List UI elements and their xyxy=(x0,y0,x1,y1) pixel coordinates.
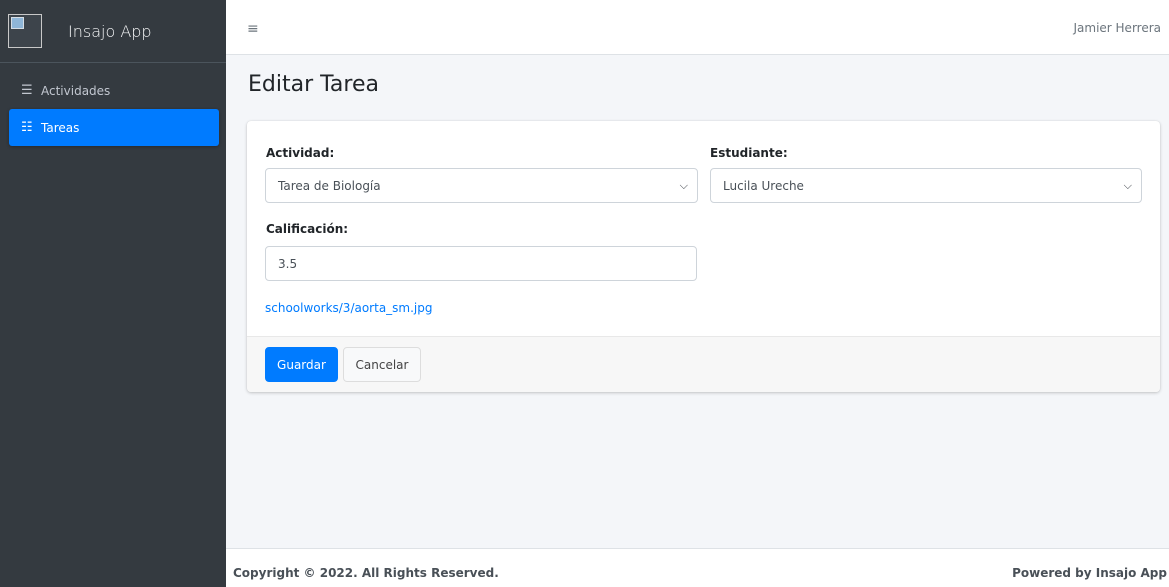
top-navbar: ≡ Jamier Herrera xyxy=(226,0,1169,55)
chevron-down-icon: ⌵ xyxy=(679,179,688,192)
user-menu[interactable]: Jamier Herrera xyxy=(1073,21,1161,35)
sidebar-item-tareas[interactable]: ☷ Tareas xyxy=(9,109,219,146)
actividad-select[interactable]: Tarea de Biología ⌵ xyxy=(265,168,698,203)
chevron-down-icon: ⌵ xyxy=(1123,179,1132,192)
list-icon: ☰ xyxy=(21,83,33,98)
checklist-icon: ☷ xyxy=(21,120,33,135)
page-footer: Copyright © 2022. All Rights Reserved. P… xyxy=(226,548,1169,587)
actividad-label: Actividad: xyxy=(266,146,335,160)
sidebar-nav: ☰ Actividades ☷ Tareas xyxy=(0,63,226,146)
calificacion-input[interactable]: 3.5 xyxy=(265,246,697,281)
calificacion-value: 3.5 xyxy=(278,256,298,271)
card-footer: Guardar Cancelar xyxy=(247,336,1160,392)
estudiante-selected-value: Lucila Ureche xyxy=(723,178,804,193)
attachment-link[interactable]: schoolworks/3/aorta_sm.jpg xyxy=(265,301,433,315)
edit-task-card: Actividad: Tarea de Biología ⌵ Estudiant… xyxy=(247,121,1160,392)
actividad-selected-value: Tarea de Biología xyxy=(278,178,381,193)
calificacion-label: Calificación: xyxy=(266,222,349,236)
sidebar-item-label: Tareas xyxy=(41,120,80,135)
estudiante-select[interactable]: Lucila Ureche ⌵ xyxy=(710,168,1142,203)
hamburger-icon[interactable]: ≡ xyxy=(247,21,259,37)
powered-by-text: Powered by Insajo App xyxy=(1012,566,1167,580)
brand-name: Insajo App xyxy=(68,21,152,41)
copyright-text: Copyright © 2022. All Rights Reserved. xyxy=(233,566,499,580)
cancel-button[interactable]: Cancelar xyxy=(343,347,421,382)
sidebar-item-actividades[interactable]: ☰ Actividades xyxy=(9,72,219,109)
sidebar-item-label: Actividades xyxy=(41,83,111,98)
save-button[interactable]: Guardar xyxy=(265,347,338,382)
sidebar: Insajo App ☰ Actividades ☷ Tareas xyxy=(0,0,226,587)
estudiante-label: Estudiante: xyxy=(710,146,788,160)
brand-link[interactable]: Insajo App xyxy=(0,0,226,63)
page-title: Editar Tarea xyxy=(248,72,379,97)
broken-image-icon xyxy=(8,14,42,48)
